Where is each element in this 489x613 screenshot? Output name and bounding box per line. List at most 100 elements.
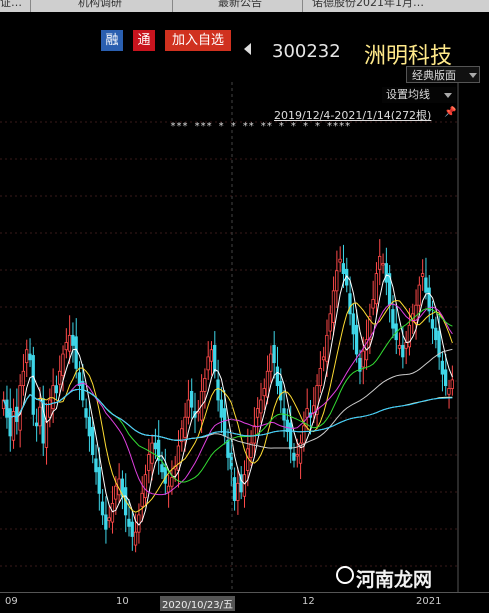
- candle-body: [272, 345, 276, 364]
- candle-body: [259, 399, 263, 414]
- candle-body: [288, 422, 293, 450]
- x-tick-label: 10: [116, 596, 129, 607]
- candle-body: [341, 263, 346, 275]
- candle-body: [232, 477, 237, 501]
- candle-body: [15, 406, 19, 422]
- tab-divider: [302, 0, 303, 12]
- pin-icon[interactable]: 📌: [444, 107, 456, 118]
- candle-body: [31, 355, 35, 415]
- candle-body: [97, 467, 101, 494]
- candle-body: [450, 379, 454, 389]
- watermark: 河南龙网: [356, 569, 433, 591]
- candle-body: [67, 334, 72, 352]
- candle-body: [381, 263, 385, 266]
- tab-divider: [172, 0, 173, 12]
- chevron-down-icon: [469, 73, 477, 78]
- candle-body: [262, 388, 266, 397]
- candle-body: [44, 421, 49, 448]
- tab-item[interactable]: 最新公告: [218, 0, 262, 11]
- candle-body: [384, 263, 388, 283]
- candle-body: [321, 356, 326, 361]
- connect-badge[interactable]: 通: [133, 30, 155, 51]
- candle-body: [57, 370, 62, 385]
- candle-body: [252, 425, 256, 444]
- candle-body: [84, 408, 88, 418]
- candle-body: [90, 426, 95, 455]
- chevron-down-icon: [444, 93, 452, 98]
- prev-stock-arrow-icon[interactable]: [244, 43, 251, 55]
- x-cursor-date-label: 2020/10/23/五: [160, 596, 236, 611]
- candle-body: [242, 474, 247, 497]
- candle-body: [331, 290, 336, 323]
- candle-body: [110, 503, 115, 523]
- candle-body: [338, 258, 342, 263]
- candle-body: [71, 334, 75, 346]
- add-watchlist-button[interactable]: 加入自选: [165, 30, 231, 51]
- date-range-label[interactable]: 2019/12/4-2021/1/14(272根): [274, 107, 431, 123]
- tab-divider: [30, 0, 31, 12]
- kline-chart[interactable]: *** *** * * ** ** * * * * ****: [0, 82, 489, 592]
- x-tick-label: 12: [302, 596, 315, 607]
- candle-body: [206, 356, 210, 371]
- candle-body: [305, 408, 309, 418]
- candle-body: [295, 454, 299, 457]
- candle-body: [404, 342, 408, 349]
- tab-item[interactable]: 机构调研: [78, 0, 122, 11]
- candle-body: [236, 482, 240, 501]
- candle-body: [361, 350, 365, 368]
- candle-body: [127, 518, 131, 527]
- layout-style-dropdown[interactable]: 经典版面: [406, 66, 480, 83]
- candle-body: [87, 416, 91, 437]
- stock-code: 300232: [272, 41, 341, 62]
- candle-body: [74, 336, 78, 369]
- candle-body: [114, 485, 118, 500]
- candle-body: [140, 492, 144, 507]
- x-tick-label: 09: [5, 596, 18, 607]
- candle-body: [166, 485, 171, 493]
- candle-body: [24, 349, 29, 364]
- candle-body: [100, 501, 105, 516]
- candle-body: [61, 353, 65, 376]
- candle-body: [18, 385, 22, 431]
- tab-item[interactable]: 诺德股份2021年1月…: [312, 0, 424, 11]
- candle-body: [335, 270, 339, 292]
- candle-body: [354, 324, 359, 355]
- candle-body: [130, 521, 134, 537]
- candle-body: [351, 313, 355, 335]
- ma-settings-label: 设置均线: [386, 88, 430, 101]
- candle-body: [434, 327, 438, 341]
- candle-body: [51, 385, 55, 410]
- candle-body: [183, 416, 187, 438]
- candle-body: [420, 273, 425, 277]
- candle-body: [203, 378, 207, 392]
- candle-body: [255, 408, 260, 418]
- stock-header: 融 通 加入自选 300232 洲明科技: [0, 12, 489, 69]
- tab-item[interactable]: 证…: [0, 0, 22, 11]
- x-axis: 09 10 2020/10/23/五 12 2021: [0, 592, 489, 613]
- candle-body: [348, 293, 352, 315]
- candle-body: [21, 370, 25, 387]
- candle-body: [160, 464, 164, 473]
- candle-body: [133, 531, 138, 546]
- margin-trading-badge[interactable]: 融: [101, 30, 123, 51]
- candle-body: [94, 458, 98, 473]
- candle-body: [397, 345, 402, 349]
- candle-body: [163, 467, 167, 484]
- candle-body: [325, 334, 329, 362]
- candle-body: [275, 366, 280, 387]
- candle-body: [292, 452, 296, 461]
- watermark-logo-icon: [336, 566, 354, 584]
- candle-body: [107, 517, 111, 522]
- candle-body: [440, 360, 445, 375]
- candle-body: [143, 474, 148, 499]
- candle-body: [279, 380, 283, 401]
- x-tick-label: 2021: [416, 596, 442, 607]
- candle-body: [8, 408, 12, 437]
- candle-body: [328, 313, 332, 332]
- tab-bar: 证… 机构调研 最新公告 诺德股份2021年1月…: [0, 0, 489, 12]
- candle-body: [81, 380, 85, 401]
- candle-body: [34, 422, 39, 427]
- ma-settings-dropdown[interactable]: 设置均线: [382, 87, 456, 103]
- candle-body: [170, 477, 174, 487]
- candle-body: [153, 442, 157, 450]
